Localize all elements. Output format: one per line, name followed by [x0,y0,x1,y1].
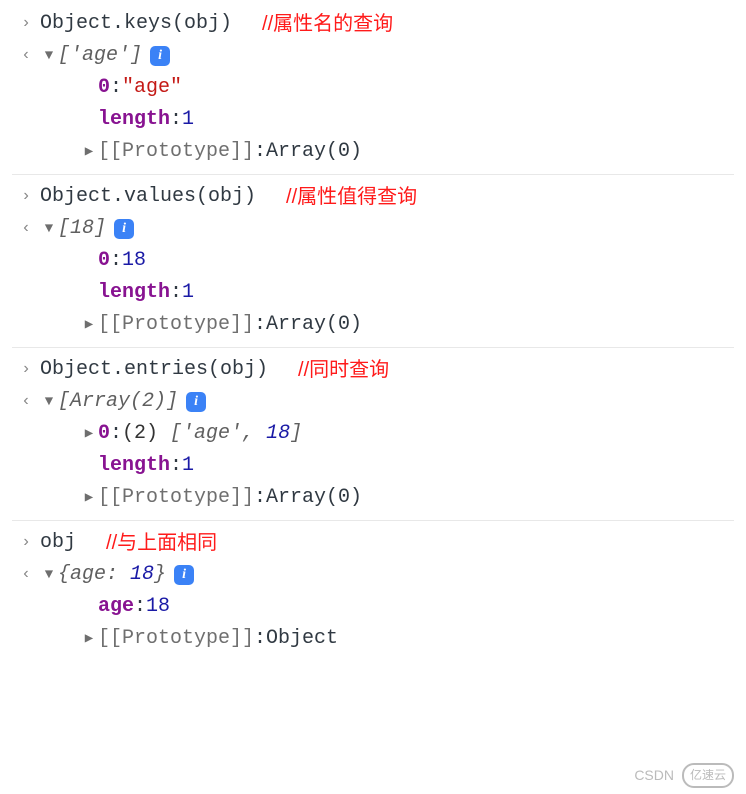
output-summary: [18] [58,213,106,245]
property-value: (2) ['age', 18] [122,418,302,450]
property-row[interactable]: ▶0: (2) ['age', 18] [80,418,734,450]
prototype-value: Array(0) [266,482,362,514]
colon: : [254,309,266,341]
annotation-comment: //属性值得查询 [286,181,417,213]
console-input: Object.entries(obj) [40,354,268,386]
output-marker-icon: ‹ [12,389,40,415]
property-key: 0 [98,418,110,450]
expand-toggle-icon[interactable]: ▼ [40,45,58,67]
colon: : [110,418,122,450]
colon: : [170,104,182,136]
expand-toggle-icon[interactable]: ▶ [80,423,98,445]
prototype-value: Array(0) [266,309,362,341]
console-block: ›Object.values(obj)//属性值得查询‹▼[18]i0: 18l… [12,174,734,341]
property-row[interactable]: ▶[[Prototype]]: Object [80,623,734,655]
property-row[interactable]: length: 1 [80,450,734,482]
property-key: 0 [98,245,110,277]
input-marker-icon: › [12,530,40,556]
expand-toggle-icon[interactable]: ▶ [80,314,98,336]
output-marker-icon: ‹ [12,43,40,69]
property-value: 1 [182,104,194,136]
prototype-value: Array(0) [266,136,362,168]
expand-toggle-icon[interactable]: ▼ [40,218,58,240]
console-input-line[interactable]: ›Object.entries(obj) //同时查询 [12,354,734,386]
console-input: obj [40,527,76,559]
property-row[interactable]: age: 18 [80,591,734,623]
colon: : [110,72,122,104]
property-key: length [98,277,170,309]
info-icon[interactable]: i [150,46,170,66]
property-value: 18 [122,245,146,277]
expand-toggle-icon[interactable]: ▼ [40,564,58,586]
property-row[interactable]: ▶[[Prototype]]: Array(0) [80,482,734,514]
property-value: 1 [182,450,194,482]
property-row[interactable]: length: 1 [80,104,734,136]
info-icon[interactable]: i [186,392,206,412]
property-row[interactable]: length: 1 [80,277,734,309]
output-summary: ['age'] [58,40,142,72]
property-key: 0 [98,72,110,104]
console-input-line[interactable]: ›obj //与上面相同 [12,527,734,559]
property-value: 18 [146,591,170,623]
prototype-label: [[Prototype]] [98,482,254,514]
watermark: CSDN 亿速云 [634,763,734,788]
property-row[interactable]: 0: 18 [80,245,734,277]
prototype-label: [[Prototype]] [98,136,254,168]
output-summary: {age: 18} [58,559,166,591]
watermark-csdn: CSDN [634,764,674,786]
input-marker-icon: › [12,184,40,210]
console-block: ›obj//与上面相同‹▼{age: 18}iage: 18▶[[Prototy… [12,520,734,655]
input-marker-icon: › [12,357,40,383]
input-marker-icon: › [12,11,40,37]
console-output-line[interactable]: ‹▼[Array(2)] i [12,386,734,418]
property-row[interactable]: ▶[[Prototype]]: Array(0) [80,309,734,341]
colon: : [254,623,266,655]
property-row[interactable]: 0: "age" [80,72,734,104]
console-output-line[interactable]: ‹▼['age'] i [12,40,734,72]
expand-toggle-icon[interactable]: ▶ [80,628,98,650]
property-row[interactable]: ▶[[Prototype]]: Array(0) [80,136,734,168]
output-marker-icon: ‹ [12,562,40,588]
prototype-label: [[Prototype]] [98,309,254,341]
console-input-line[interactable]: ›Object.keys(obj) //属性名的查询 [12,8,734,40]
property-value: 1 [182,277,194,309]
property-value: "age" [122,72,182,104]
annotation-comment: //属性名的查询 [262,8,393,40]
console-input: Object.values(obj) [40,181,256,213]
prototype-value: Object [266,623,338,655]
output-summary: [Array(2)] [58,386,178,418]
output-marker-icon: ‹ [12,216,40,242]
colon: : [134,591,146,623]
colon: : [254,136,266,168]
info-icon[interactable]: i [174,565,194,585]
prototype-label: [[Prototype]] [98,623,254,655]
watermark-cloud: 亿速云 [682,763,734,788]
property-key: length [98,450,170,482]
expand-toggle-icon[interactable]: ▶ [80,487,98,509]
colon: : [254,482,266,514]
property-key: length [98,104,170,136]
console-output-line[interactable]: ‹▼[18] i [12,213,734,245]
expand-toggle-icon[interactable]: ▶ [80,141,98,163]
annotation-comment: //同时查询 [298,354,389,386]
colon: : [110,245,122,277]
annotation-comment: //与上面相同 [106,527,217,559]
colon: : [170,277,182,309]
property-key: age [98,591,134,623]
expand-toggle-icon[interactable]: ▼ [40,391,58,413]
console-input: Object.keys(obj) [40,8,232,40]
colon: : [170,450,182,482]
console-output-line[interactable]: ‹▼{age: 18} i [12,559,734,591]
console-input-line[interactable]: ›Object.values(obj) //属性值得查询 [12,181,734,213]
console-block: ›Object.keys(obj) //属性名的查询 ‹▼['age'] i 0: "a… [12,8,734,168]
console-block: ›Object.entries(obj) //同时查询 ‹▼[Array(2)] i ▶… [12,347,734,514]
info-icon[interactable]: i [114,219,134,239]
